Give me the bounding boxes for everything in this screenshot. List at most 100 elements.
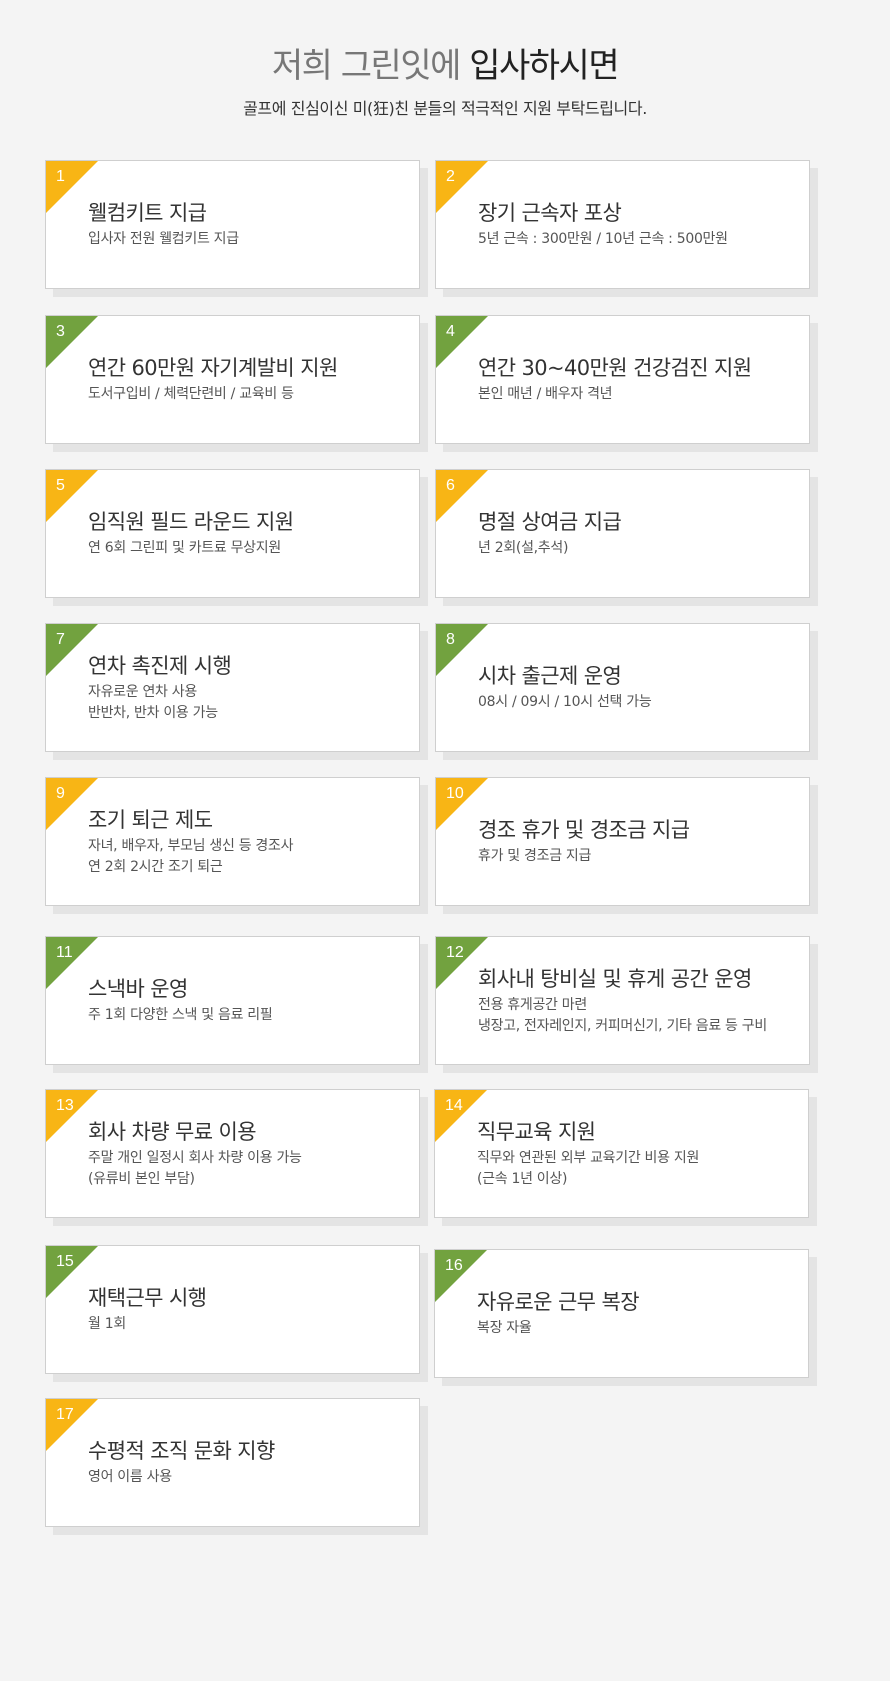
benefit-card: 1 웰컴키트 지급입사자 전원 웰컴키트 지급 (45, 160, 428, 297)
benefit-description: 휴가 및 경조금 지급 (478, 846, 799, 867)
benefit-number: 4 (446, 323, 455, 340)
benefit-description: 5년 근속 : 300만원 / 10년 근속 : 500만원 (478, 229, 799, 250)
card-body: 16 자유로운 근무 복장복장 자율 (434, 1249, 809, 1378)
benefit-description-line: 복장 자율 (477, 1320, 532, 1336)
benefit-description-line: 주말 개인 일정시 회사 차량 이용 가능 (88, 1149, 302, 1166)
benefit-card: 4 연간 30~40만원 건강검진 지원 본인 매년 / 배우자 격년 (435, 315, 818, 452)
benefit-description-line: 08시 / 09시 / 10시 선택 가능 (478, 694, 652, 710)
benefit-content: 명절 상여금 지급년 2회(설,추석) (478, 470, 799, 597)
benefit-description: 직무와 연관된 외부 교육기간 비용 지원 (근속 1년 이상) (477, 1148, 798, 1190)
benefit-description-line: 본인 매년 / 배우자 격년 (478, 386, 613, 402)
benefit-number: 10 (446, 785, 464, 802)
benefit-number: 6 (446, 477, 455, 494)
benefit-title: 연차 촉진제 시행 (88, 653, 232, 678)
benefit-description: 영어 이름 사용 (88, 1467, 409, 1488)
benefit-card: 13 회사 차량 무료 이용주말 개인 일정시 회사 차량 이용 가능 (유류비 본… (45, 1089, 428, 1226)
benefit-title: 웰컴키트 지급 (88, 201, 207, 225)
benefit-title: 회사 차량 무료 이용 (88, 1119, 257, 1144)
benefit-number: 14 (445, 1097, 463, 1114)
page-title: 저희 그린잇에 입사하시면 (0, 44, 890, 88)
card-body: 8 시차 출근제 운영 08시 / 09시 / 10시 선택 가능 (435, 623, 810, 752)
benefit-content: 수평적 조직 문화 지향 영어 이름 사용 (88, 1399, 409, 1526)
benefit-content: 재택근무 시행월 1회 (88, 1246, 409, 1373)
benefit-description-line: 입사자 전원 웰컴키트 지급 (88, 231, 239, 247)
benefit-description-line: 자유로운 연차 사용 (88, 683, 197, 700)
benefit-content: 연간 60만원 자기계발비 지원 도서구입비 / 체력단련비 / 교육비 등 (88, 316, 409, 443)
card-body: 17 수평적 조직 문화 지향 영어 이름 사용 (45, 1398, 420, 1527)
benefit-description: 자유로운 연차 사용 반반차, 반차 이용 가능 (88, 682, 409, 724)
benefit-number: 2 (446, 168, 455, 185)
benefit-number: 13 (56, 1097, 74, 1114)
benefit-description-line: 주 1회 다양한 스낵 및 음료 리필 (88, 1007, 273, 1023)
benefit-description-line: 냉장고, 전자레인지, 커피머신기, 기타 음료 등 구비 (478, 1017, 767, 1034)
benefit-description: 주말 개인 일정시 회사 차량 이용 가능 (유류비 본인 부담) (88, 1148, 409, 1190)
benefit-number: 12 (446, 944, 464, 961)
card-body: 7 연차 촉진제 시행자유로운 연차 사용 반반차, 반차 이용 가능 (45, 623, 420, 752)
page-header: 저희 그린잇에 입사하시면 골프에 진심이신 미(狂)친 분들의 적극적인 지원… (0, 44, 890, 120)
benefit-content: 회사내 탕비실 및 휴게 공간 운영전용 휴게공간 마련냉장고, 전자레인지, … (478, 937, 799, 1064)
card-body: 5 임직원 필드 라운드 지원 연 6회 그린피 및 카트료 무상지원 (45, 469, 420, 598)
benefit-content: 경조 휴가 및 경조금 지급 휴가 및 경조금 지급 (478, 778, 799, 905)
benefit-description-line: (근속 1년 이상) (477, 1170, 568, 1187)
benefit-number: 17 (56, 1406, 74, 1423)
page-subtitle: 골프에 진심이신 미(狂)친 분들의 적극적인 지원 부탁드립니다. (243, 99, 647, 118)
benefit-card: 16 자유로운 근무 복장복장 자율 (434, 1249, 817, 1386)
benefit-description-line: 년 2회(설,추석) (478, 540, 569, 556)
benefit-number: 7 (56, 631, 65, 648)
benefit-content: 임직원 필드 라운드 지원 연 6회 그린피 및 카트료 무상지원 (88, 470, 409, 597)
benefit-number: 8 (446, 631, 455, 648)
benefit-number: 1 (56, 168, 65, 185)
benefit-card: 15 재택근무 시행월 1회 (45, 1245, 428, 1382)
benefit-content: 시차 출근제 운영 08시 / 09시 / 10시 선택 가능 (478, 624, 799, 751)
benefit-description: 본인 매년 / 배우자 격년 (478, 384, 799, 405)
benefit-description-line: 전용 휴게공간 마련 (478, 996, 587, 1013)
benefit-number: 3 (56, 323, 65, 340)
page-title-light: 저희 그린잇에 (271, 46, 462, 86)
benefit-title: 장기 근속자 포상 (478, 201, 622, 225)
benefit-description: 년 2회(설,추석) (478, 538, 799, 559)
benefit-card: 14 직무교육 지원 직무와 연관된 외부 교육기간 비용 지원 (근속 1년 이상) (434, 1089, 817, 1226)
benefit-title: 임직원 필드 라운드 지원 (88, 510, 294, 534)
benefit-description-line: 휴가 및 경조금 지급 (478, 848, 592, 864)
card-body: 10 경조 휴가 및 경조금 지급 휴가 및 경조금 지급 (435, 777, 810, 906)
benefit-content: 연차 촉진제 시행자유로운 연차 사용 반반차, 반차 이용 가능 (88, 624, 409, 751)
card-body: 11 스낵바 운영 주 1회 다양한 스낵 및 음료 리필 (45, 936, 420, 1065)
benefit-content: 자유로운 근무 복장복장 자율 (477, 1250, 798, 1377)
benefit-description-line: 연 2회 2시간 조기 퇴근 (88, 858, 223, 875)
benefit-title: 회사내 탕비실 및 휴게 공간 운영 (478, 966, 752, 991)
benefit-description: 입사자 전원 웰컴키트 지급 (88, 229, 409, 250)
benefit-description: 자녀, 배우자, 부모님 생신 등 경조사 연 2회 2시간 조기 퇴근 (88, 836, 409, 878)
benefit-title: 재택근무 시행 (88, 1286, 207, 1310)
benefit-card: 8 시차 출근제 운영 08시 / 09시 / 10시 선택 가능 (435, 623, 818, 760)
benefit-description: 연 6회 그린피 및 카트료 무상지원 (88, 538, 409, 559)
benefit-title: 명절 상여금 지급 (478, 510, 622, 534)
benefit-card: 17 수평적 조직 문화 지향 영어 이름 사용 (45, 1398, 428, 1535)
benefit-card: 9 조기 퇴근 제도 자녀, 배우자, 부모님 생신 등 경조사 연 2회 2시간… (45, 777, 428, 914)
benefit-content: 연간 30~40만원 건강검진 지원 본인 매년 / 배우자 격년 (478, 316, 799, 443)
benefit-description: 복장 자율 (477, 1318, 798, 1339)
benefit-description: 전용 휴게공간 마련냉장고, 전자레인지, 커피머신기, 기타 음료 등 구비 (478, 995, 799, 1037)
benefit-card: 2 장기 근속자 포상 5년 근속 : 300만원 / 10년 근속 : 500만원 (435, 160, 818, 297)
benefit-card: 6 명절 상여금 지급년 2회(설,추석) (435, 469, 818, 606)
benefit-description: 08시 / 09시 / 10시 선택 가능 (478, 692, 799, 713)
benefit-title: 자유로운 근무 복장 (477, 1290, 640, 1314)
benefit-description: 주 1회 다양한 스낵 및 음료 리필 (88, 1005, 409, 1026)
benefit-description-line: 월 1회 (88, 1316, 126, 1332)
benefit-number: 15 (56, 1253, 74, 1270)
benefit-number: 16 (445, 1257, 463, 1274)
benefit-card: 10 경조 휴가 및 경조금 지급 휴가 및 경조금 지급 (435, 777, 818, 914)
benefit-content: 장기 근속자 포상 5년 근속 : 300만원 / 10년 근속 : 500만원 (478, 161, 799, 288)
page-title-bold: 입사하시면 (469, 46, 619, 86)
benefit-description: 도서구입비 / 체력단련비 / 교육비 등 (88, 384, 409, 405)
benefit-number: 5 (56, 477, 65, 494)
card-body: 12 회사내 탕비실 및 휴게 공간 운영전용 휴게공간 마련냉장고, 전자레인지… (435, 936, 810, 1065)
benefit-content: 웰컴키트 지급입사자 전원 웰컴키트 지급 (88, 161, 409, 288)
card-body: 13 회사 차량 무료 이용주말 개인 일정시 회사 차량 이용 가능 (유류비 본… (45, 1089, 420, 1218)
card-body: 3 연간 60만원 자기계발비 지원 도서구입비 / 체력단련비 / 교육비 등 (45, 315, 420, 444)
benefit-title: 스낵바 운영 (88, 977, 188, 1001)
benefit-card: 3 연간 60만원 자기계발비 지원 도서구입비 / 체력단련비 / 교육비 등 (45, 315, 428, 452)
benefit-description-line: 연 6회 그린피 및 카트료 무상지원 (88, 540, 281, 556)
benefit-card: 7 연차 촉진제 시행자유로운 연차 사용 반반차, 반차 이용 가능 (45, 623, 428, 760)
card-body: 4 연간 30~40만원 건강검진 지원 본인 매년 / 배우자 격년 (435, 315, 810, 444)
benefit-card: 5 임직원 필드 라운드 지원 연 6회 그린피 및 카트료 무상지원 (45, 469, 428, 606)
